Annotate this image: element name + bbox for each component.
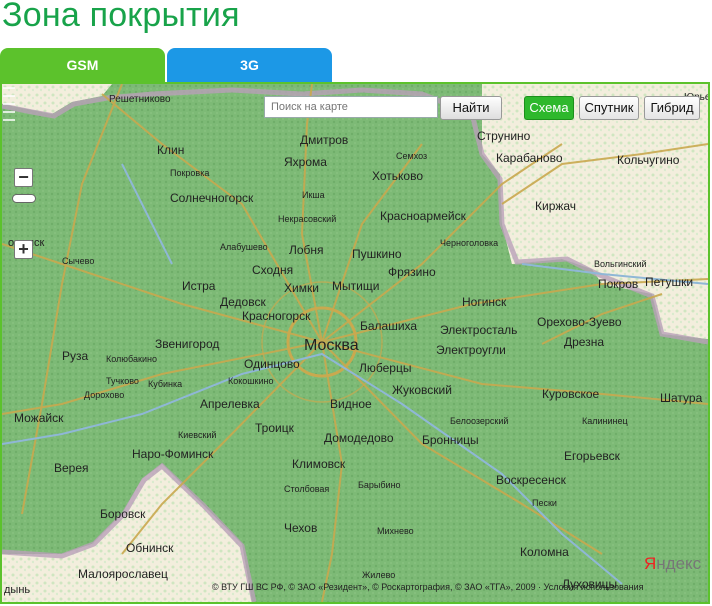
place-solnechnogorsk: Солнечногорск bbox=[170, 191, 254, 205]
place-kokoshkino: Кокошкино bbox=[228, 376, 273, 386]
map-canvas[interactable]: Решетниково Дмитров Струнино Юрьев Клин … bbox=[2, 84, 708, 602]
place-chekhov: Чехов bbox=[284, 521, 317, 535]
place-bronnitsy: Бронницы bbox=[422, 433, 479, 447]
place-dresna: Дрезна bbox=[564, 335, 604, 349]
place-shatura: Шатура bbox=[660, 391, 703, 405]
place-chernogolovka: Черноголовка bbox=[440, 238, 498, 248]
place-kolchugino: Кольчугино bbox=[617, 153, 680, 167]
place-yakhroma: Яхрома bbox=[284, 155, 327, 169]
place-ruza: Руза bbox=[62, 349, 89, 363]
place-domodedovo: Домодедово bbox=[324, 431, 394, 445]
place-nekrasovsky: Некрасовский bbox=[278, 214, 336, 224]
search-button[interactable]: Найти bbox=[440, 96, 502, 120]
place-istra: Истра bbox=[182, 279, 216, 293]
place-troitsk: Троицк bbox=[255, 421, 295, 435]
place-lobnya: Лобня bbox=[289, 243, 324, 257]
place-petushki: Петушки bbox=[645, 275, 693, 289]
place-balashikha: Балашиха bbox=[360, 319, 417, 333]
place-borovsk: Боровск bbox=[100, 507, 146, 521]
map-copyright: © ВТУ ГШ ВС РФ, © ЗАО «Резидент», © Роск… bbox=[212, 582, 644, 592]
place-vereya: Верея bbox=[54, 461, 89, 475]
place-mytishchi: Мытищи bbox=[332, 279, 379, 293]
place-iksha: Икша bbox=[302, 190, 325, 200]
place-mikhnevo: Михнево bbox=[377, 526, 414, 536]
place-klimovsk: Климовск bbox=[292, 457, 346, 471]
place-kalininets: Калининец bbox=[582, 416, 628, 426]
place-kievsky: Киевский bbox=[178, 430, 216, 440]
place-elektrostal: Электросталь bbox=[440, 323, 517, 337]
map-type-scheme-button[interactable]: Схема bbox=[524, 96, 574, 120]
place-kubinka: Кубинка bbox=[148, 379, 182, 389]
zoom-in-button[interactable]: + bbox=[14, 240, 33, 259]
place-dyn: дынь bbox=[4, 584, 30, 596]
map-type-satellite-button[interactable]: Спутник bbox=[579, 96, 639, 120]
place-zvenigorod: Звенигород bbox=[155, 337, 219, 351]
coverage-map[interactable]: Решетниково Дмитров Струнино Юрьев Клин … bbox=[0, 82, 710, 604]
place-sychevo: Сычево bbox=[62, 256, 94, 266]
zoom-slider-handle[interactable] bbox=[12, 194, 36, 203]
place-obninsk: Обнинск bbox=[126, 541, 174, 555]
place-zhukovsky: Жуковский bbox=[392, 383, 452, 397]
place-reshetnikovo: Решетниково bbox=[109, 94, 171, 105]
place-voskresensk: Воскресенск bbox=[496, 473, 567, 487]
zoom-out-button[interactable]: − bbox=[14, 168, 33, 187]
map-search-input[interactable] bbox=[264, 96, 438, 118]
place-pokrov: Покров bbox=[598, 277, 638, 291]
place-vidnoe: Видное bbox=[330, 397, 372, 411]
place-maloyaroslavets: Малоярославец bbox=[78, 567, 168, 581]
place-krasnoarmeysk: Красноармейск bbox=[380, 209, 467, 223]
place-noginsk: Ногинск bbox=[462, 295, 507, 309]
tab-gsm[interactable]: GSM bbox=[0, 48, 165, 82]
place-kurovskoe: Куровское bbox=[542, 387, 600, 401]
place-naro_fominsk: Наро-Фоминск bbox=[132, 447, 214, 461]
place-kirzhach: Киржач bbox=[535, 199, 576, 213]
zoom-slider-track[interactable] bbox=[2, 84, 16, 128]
yandex-logo-letter: Я bbox=[644, 554, 657, 573]
place-karabanovo: Караба­ново bbox=[496, 151, 563, 165]
yandex-logo-rest: ндекс bbox=[656, 554, 702, 573]
place-pushkino: Пушкино bbox=[352, 247, 402, 261]
place-stolbovaya: Столбовая bbox=[284, 484, 329, 494]
place-volginsky: Вольгинский bbox=[594, 259, 647, 269]
place-kolomna: Коломна bbox=[520, 545, 569, 559]
place-pokrovka: Покровка bbox=[170, 168, 209, 178]
place-khotkovo: Хотьково bbox=[372, 169, 423, 183]
place-orekhovo: Орехово-Зуево bbox=[537, 315, 622, 329]
place-skhodnya: Сходня bbox=[252, 263, 293, 277]
tab-3g[interactable]: 3G bbox=[167, 48, 332, 82]
place-peski: Пески bbox=[532, 498, 557, 508]
place-zhilevo: Жилево bbox=[362, 570, 395, 580]
yandex-logo[interactable]: Яндекс bbox=[644, 554, 701, 574]
place-aprelevka: Апрелевка bbox=[200, 397, 260, 411]
place-elektrougli: Электроугли bbox=[436, 343, 506, 357]
place-mozhaysk: Можайск bbox=[14, 411, 64, 425]
place-yegoryevsk: Егорьевск bbox=[564, 449, 621, 463]
place-semkhoz: Семхоз bbox=[396, 151, 427, 161]
place-fryazino: Фрязино bbox=[388, 265, 436, 279]
place-klin: Клин bbox=[157, 143, 184, 157]
place-strunino: Струнино bbox=[477, 129, 531, 143]
place-alabushevo: Алабушево bbox=[220, 242, 268, 252]
place-kolyubakino: Колюбакино bbox=[106, 354, 157, 364]
place-beloozersky: Белоозерский bbox=[450, 416, 508, 426]
place-dmitrov: Дмитров bbox=[300, 133, 348, 147]
page-title: Зона покрытия bbox=[2, 0, 240, 34]
place-krasnogorsk: Красногорск bbox=[242, 309, 311, 323]
place-dorokhovo: Дорохово bbox=[84, 390, 124, 400]
place-tuchkovo: Тучково bbox=[106, 376, 139, 386]
place-barybino: Барыбино bbox=[358, 480, 401, 490]
place-khimki: Химки bbox=[284, 281, 319, 295]
map-type-hybrid-button[interactable]: Гибрид bbox=[644, 96, 700, 120]
place-dedovsk: Дедовск bbox=[220, 295, 266, 309]
place-moskva: Москва bbox=[304, 337, 359, 354]
place-odintsovo: Одинцово bbox=[244, 357, 300, 371]
place-lyubertsy: Люберцы bbox=[359, 361, 411, 375]
